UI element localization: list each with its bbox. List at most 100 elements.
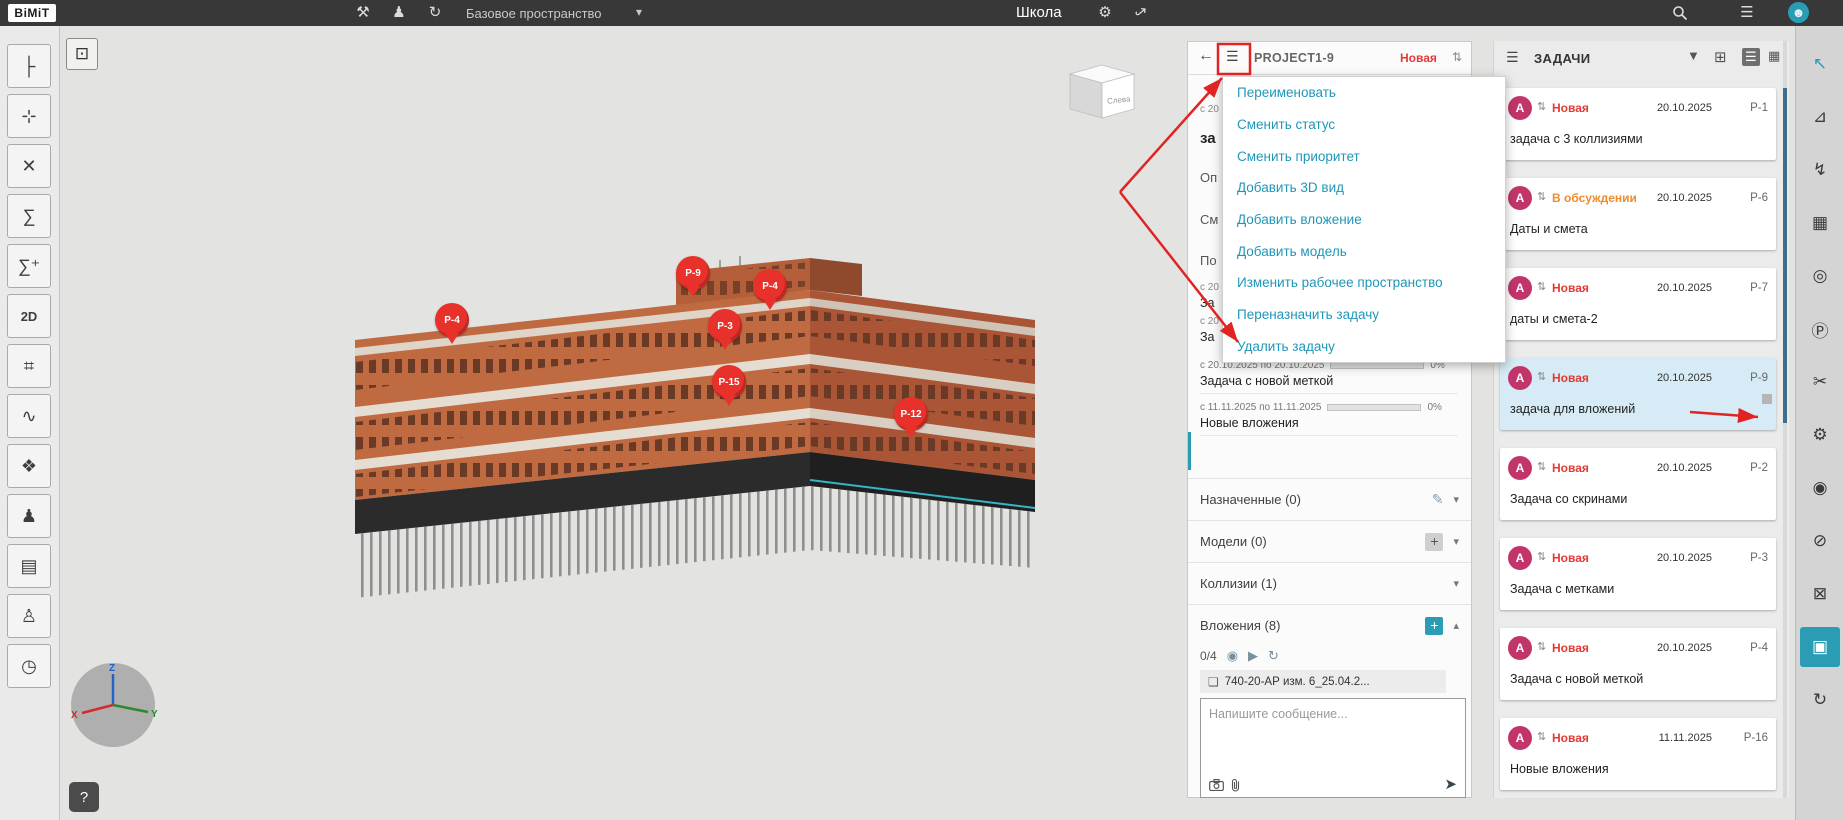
scheme-icon[interactable]: ⌗ bbox=[7, 344, 51, 388]
section-attachments[interactable]: Вложения (8) + ▴ bbox=[1188, 604, 1471, 646]
map-pin[interactable]: P-4 bbox=[753, 269, 787, 303]
toolbox-icon[interactable]: ⚒ bbox=[352, 3, 374, 21]
sum-icon[interactable]: ∑ bbox=[7, 194, 51, 238]
icon-glyph: ⌗ bbox=[23, 355, 35, 376]
box-settings-icon[interactable]: ⚙ bbox=[1800, 415, 1840, 455]
add-task-icon[interactable]: ⊞ bbox=[1714, 48, 1727, 66]
task-card[interactable]: A ⇅ Новая 20.10.2025 P-1 задача с 3 колл… bbox=[1500, 88, 1776, 160]
hide-icon[interactable]: ⊘ bbox=[1800, 521, 1840, 561]
structure-tree-icon[interactable]: ├ bbox=[7, 44, 51, 88]
chevron-down-icon[interactable]: ▾ bbox=[1453, 577, 1459, 590]
menu-item-change-workspace[interactable]: Изменить рабочее пространство bbox=[1223, 267, 1505, 299]
menu-item-add-model[interactable]: Добавить модель bbox=[1223, 235, 1505, 267]
visibility-icon[interactable]: ◉ bbox=[1800, 468, 1840, 508]
gauge-icon[interactable]: ◷ bbox=[7, 644, 51, 688]
send-icon[interactable]: ➤ bbox=[1444, 775, 1457, 793]
back-arrow-icon[interactable]: ← bbox=[1198, 47, 1214, 65]
view-cube[interactable]: Слева bbox=[1058, 60, 1144, 124]
task-card[interactable]: A ⇅ Новая 11.11.2025 P-16 Новые вложения bbox=[1500, 718, 1776, 790]
section-cut-icon[interactable]: ✂ bbox=[1800, 362, 1840, 402]
tasks-scrollbar-thumb[interactable] bbox=[1783, 88, 1787, 423]
cursor-icon[interactable]: ↖ bbox=[1800, 44, 1840, 84]
grid-icon[interactable]: ▦ bbox=[1800, 203, 1840, 243]
panels-list-icon[interactable]: ☰ bbox=[1736, 3, 1758, 21]
nav-gizmo[interactable]: Z X Y bbox=[68, 660, 158, 750]
camera-icon[interactable] bbox=[1209, 779, 1224, 791]
map-pin[interactable]: P-15 bbox=[712, 365, 746, 399]
user-location-icon[interactable]: ♙ bbox=[7, 594, 51, 638]
icon-glyph: ♟ bbox=[20, 505, 38, 526]
node-select-icon[interactable]: ⊹ bbox=[7, 94, 51, 138]
user-icon[interactable]: ♟ bbox=[7, 494, 51, 538]
ruler-icon[interactable]: ⊿ bbox=[1800, 97, 1840, 137]
chevron-up-icon[interactable]: ▴ bbox=[1453, 619, 1459, 632]
orbit-icon[interactable]: ↻ bbox=[1800, 680, 1840, 720]
focus-tool-icon[interactable]: ⊡ bbox=[66, 38, 98, 70]
task-card[interactable]: A ⇅ Новая 20.10.2025 P-2 Задача со скрин… bbox=[1500, 448, 1776, 520]
parking-icon[interactable]: Ⓟ bbox=[1800, 309, 1840, 349]
play-icon[interactable]: ▶ bbox=[1248, 648, 1258, 664]
menu-item-add-3d-view[interactable]: Добавить 3D вид bbox=[1223, 172, 1505, 204]
user-avatar-icon[interactable]: ☻ bbox=[1788, 2, 1809, 23]
edit-pencil-icon[interactable]: ✎ bbox=[1432, 491, 1444, 508]
task-menu-icon[interactable]: ☰ bbox=[1226, 48, 1239, 65]
section-assignees[interactable]: Назначенные (0) ✎ ▾ bbox=[1188, 478, 1471, 520]
app-logo[interactable]: BiMiT bbox=[8, 4, 56, 22]
list-view-icon[interactable]: ☰ bbox=[1742, 48, 1760, 66]
menu-item-delete-task[interactable]: Удалить задачу bbox=[1223, 331, 1505, 363]
marker-icon[interactable]: ◉ bbox=[1227, 648, 1238, 664]
task-card[interactable]: A ⇅ Новая 20.10.2025 P-9 задача для влож… bbox=[1500, 358, 1776, 430]
text-fragment: За bbox=[1200, 296, 1215, 310]
share-icon[interactable]: ↪ bbox=[1127, 0, 1155, 26]
add-attachment-icon[interactable]: + bbox=[1425, 616, 1444, 635]
model-cube-icon[interactable]: ▣ bbox=[1800, 627, 1840, 667]
settings-gear-icon[interactable]: ⚙ bbox=[1094, 3, 1116, 21]
map-pin[interactable]: P-12 bbox=[894, 397, 928, 431]
paperclip-icon[interactable] bbox=[1231, 778, 1240, 792]
task-card[interactable]: A ⇅ Новая 20.10.2025 P-7 даты и смета-2 bbox=[1500, 268, 1776, 340]
sync-icon[interactable]: ↻ bbox=[424, 3, 446, 21]
linked-task-row[interactable]: с 20.10.2025 по 20.10.2025 0% Задача с н… bbox=[1200, 360, 1458, 394]
team-icon[interactable]: ♟ bbox=[388, 3, 410, 21]
refresh-icon[interactable]: ↻ bbox=[1268, 648, 1279, 664]
workspace-caret-icon[interactable]: ▾ bbox=[636, 5, 642, 19]
section-models[interactable]: Модели (0) + ▾ bbox=[1188, 520, 1471, 562]
scroll-hint[interactable] bbox=[1762, 394, 1772, 404]
text-fragment: за bbox=[1200, 130, 1216, 147]
menu-item-add-attachment[interactable]: Добавить вложение bbox=[1223, 204, 1505, 236]
task-card[interactable]: A ⇅ Новая 20.10.2025 P-4 Задача с новой … bbox=[1500, 628, 1776, 700]
sum-plus-icon[interactable]: ∑⁺ bbox=[7, 244, 51, 288]
chart-icon[interactable]: ∿ bbox=[7, 394, 51, 438]
help-button[interactable]: ? bbox=[69, 782, 99, 812]
task-date: 20.10.2025 bbox=[1656, 372, 1712, 384]
map-pin[interactable]: P-4 bbox=[435, 303, 469, 337]
add-model-icon[interactable]: + bbox=[1425, 532, 1444, 551]
map-pin[interactable]: P-3 bbox=[708, 309, 742, 343]
workspace-selector[interactable]: Базовое пространство bbox=[466, 6, 602, 21]
message-input[interactable] bbox=[1201, 699, 1465, 765]
menu-item-rename[interactable]: Переименовать bbox=[1223, 77, 1505, 109]
lightning-icon[interactable]: ↯ bbox=[1800, 150, 1840, 190]
grid-view-icon[interactable]: ▦ bbox=[1768, 48, 1780, 64]
target-icon[interactable]: ◎ bbox=[1800, 256, 1840, 296]
view-2d-icon[interactable]: 2D bbox=[7, 294, 51, 338]
priority-icon[interactable]: ⇅ bbox=[1452, 50, 1462, 64]
map-pin[interactable]: P-9 bbox=[676, 256, 710, 290]
task-card[interactable]: A ⇅ Новая 20.10.2025 P-3 Задача с меткам… bbox=[1500, 538, 1776, 610]
task-card[interactable]: A ⇅ В обсуждении 20.10.2025 P-6 Даты и с… bbox=[1500, 178, 1776, 250]
tasks-menu-icon[interactable]: ☰ bbox=[1506, 49, 1519, 66]
menu-item-change-priority[interactable]: Сменить приоритет bbox=[1223, 140, 1505, 172]
chevron-down-icon[interactable]: ▾ bbox=[1453, 535, 1459, 548]
section-collisions[interactable]: Коллизии (1) ▾ bbox=[1188, 562, 1471, 604]
plugins-icon[interactable]: ❖ bbox=[7, 444, 51, 488]
attachment-file[interactable]: ❏ 740-20-АР изм. 6_25.04.2... bbox=[1200, 670, 1446, 693]
linked-task-row[interactable]: с 11.11.2025 по 11.11.2025 0% Новые влож… bbox=[1200, 402, 1458, 436]
filter-icon[interactable]: ▼ bbox=[1687, 48, 1700, 63]
shared-folder-icon[interactable]: ▤ bbox=[7, 544, 51, 588]
clash-lines-icon[interactable]: ✕ bbox=[7, 144, 51, 188]
menu-item-change-status[interactable]: Сменить статус bbox=[1223, 109, 1505, 141]
menu-item-reassign-task[interactable]: Переназначить задачу bbox=[1223, 299, 1505, 331]
chevron-down-icon[interactable]: ▾ bbox=[1453, 493, 1459, 506]
isolate-icon[interactable]: ⊠ bbox=[1800, 574, 1840, 614]
panel-scrollbar[interactable] bbox=[1188, 432, 1191, 470]
